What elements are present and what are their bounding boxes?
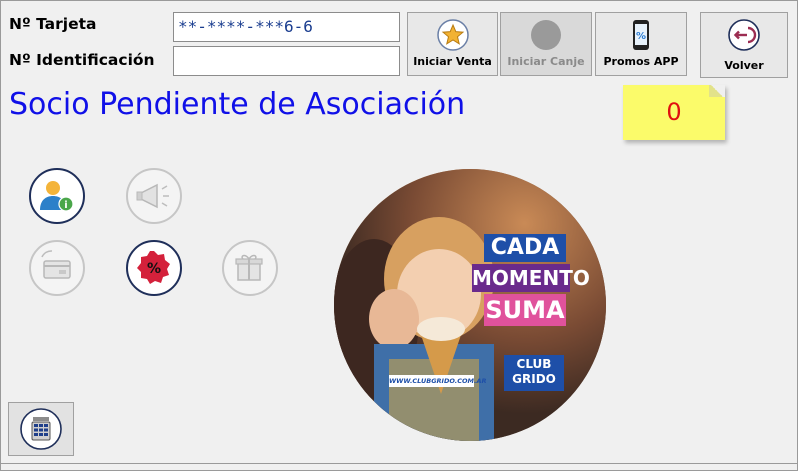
points-value: 0 bbox=[666, 98, 682, 126]
identification-field[interactable] bbox=[173, 46, 400, 76]
circle-icon bbox=[531, 20, 561, 50]
bottom-divider bbox=[0, 463, 798, 464]
svg-text:%: % bbox=[636, 31, 646, 42]
card-number-label: Nº Tarjeta bbox=[9, 15, 97, 33]
start-exchange-button[interactable]: Iniciar Canje bbox=[500, 12, 592, 76]
back-button[interactable]: Volver bbox=[700, 12, 788, 78]
points-sticky-note: 0 bbox=[623, 85, 725, 140]
banner-brand-grido: GRIDO bbox=[512, 372, 556, 386]
banner-line-momento: MOMENTO bbox=[472, 266, 590, 290]
keypad-button[interactable] bbox=[8, 402, 74, 456]
banner-website: WWW.CLUBGRIDO.COM.AR bbox=[389, 377, 487, 385]
start-sale-label: Iniciar Venta bbox=[413, 55, 492, 68]
banner-line-cada: CADA bbox=[490, 235, 560, 260]
megaphone-icon[interactable] bbox=[125, 167, 183, 225]
gift-icon[interactable] bbox=[221, 239, 279, 297]
keypad-icon bbox=[20, 408, 62, 450]
user-info-icon[interactable]: i bbox=[28, 167, 86, 225]
card-refund-icon[interactable] bbox=[28, 239, 86, 297]
start-exchange-label: Iniciar Canje bbox=[507, 55, 585, 68]
promos-app-button[interactable]: % Promos APP bbox=[595, 12, 687, 76]
svg-text:i: i bbox=[64, 200, 67, 211]
banner-brand-club: CLUB bbox=[516, 357, 552, 371]
card-number-field[interactable]: **-****-***6-6 bbox=[173, 12, 400, 42]
banner-line-suma: SUMA bbox=[485, 296, 565, 324]
window: Nº Tarjeta **-****-***6-6 Nº Identificac… bbox=[0, 0, 798, 471]
start-sale-button[interactable]: Iniciar Venta bbox=[407, 12, 498, 76]
member-status-title: Socio Pendiente de Asociación bbox=[9, 87, 466, 122]
club-grido-banner: CADA MOMENTO SUMA CLUB GRIDO WWW.CLUBGRI… bbox=[334, 169, 606, 441]
percent-badge-icon[interactable]: % bbox=[125, 239, 183, 297]
back-label: Volver bbox=[724, 59, 764, 72]
svg-text:%: % bbox=[147, 261, 161, 277]
promos-app-label: Promos APP bbox=[603, 55, 679, 68]
back-arrow-icon bbox=[728, 19, 760, 51]
star-icon bbox=[436, 19, 469, 51]
identification-label: Nº Identificación bbox=[9, 51, 155, 69]
phone-percent-icon: % bbox=[633, 20, 649, 50]
